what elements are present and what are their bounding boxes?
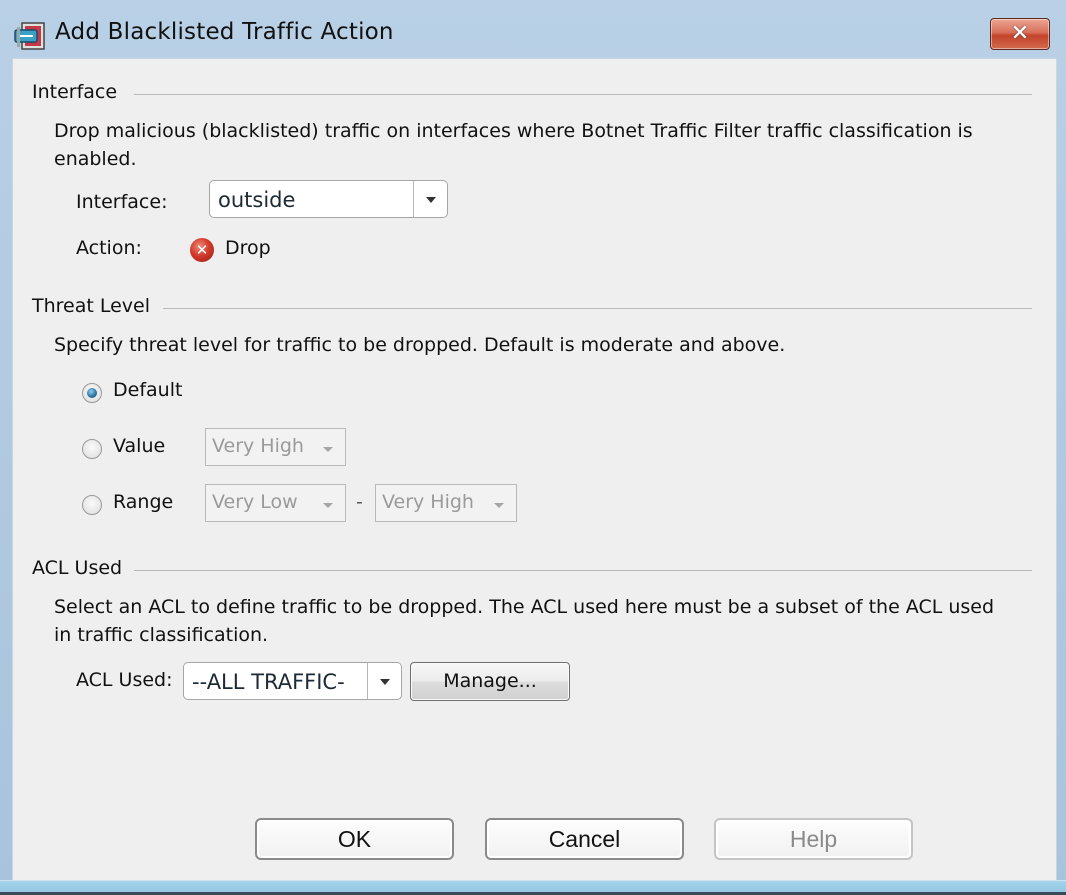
interface-description-line2: enabled. xyxy=(54,148,137,170)
acl-used-select-value: --ALL TRAFFIC- xyxy=(192,670,345,694)
manage-button[interactable]: Manage... xyxy=(410,662,570,701)
chevron-down-icon xyxy=(323,503,333,508)
app-icon xyxy=(14,22,45,50)
threat-level-group-divider xyxy=(163,308,1032,309)
interface-select[interactable]: outside xyxy=(209,180,448,218)
radio-range-label[interactable]: Range xyxy=(113,491,173,513)
chevron-down-icon xyxy=(379,679,390,685)
chevron-down-icon xyxy=(494,503,504,508)
threat-value-select: Very High xyxy=(205,428,346,466)
threat-value-select-value: Very High xyxy=(212,435,304,457)
action-value: Drop xyxy=(225,237,271,259)
close-button[interactable]: ✕ xyxy=(990,18,1050,50)
acl-description-line1: Select an ACL to define traffic to be dr… xyxy=(54,596,995,618)
dialog-window: Add Blacklisted Traffic Action ✕ Interfa… xyxy=(0,0,1066,895)
window-bottom-border xyxy=(0,880,1066,895)
interface-description-line1: Drop malicious (blacklisted) traffic on … xyxy=(54,120,973,142)
window-title: Add Blacklisted Traffic Action xyxy=(55,19,394,45)
acl-description-line2: in traffic classification. xyxy=(54,624,269,646)
radio-default[interactable] xyxy=(82,383,102,403)
range-from-select: Very Low xyxy=(205,484,346,522)
radio-default-label[interactable]: Default xyxy=(113,379,182,401)
cancel-button[interactable]: Cancel xyxy=(485,818,684,860)
range-to-select: Very High xyxy=(375,484,517,522)
threat-level-description: Specify threat level for traffic to be d… xyxy=(54,334,786,356)
acl-group-title: ACL Used xyxy=(32,557,123,579)
title-bar[interactable]: Add Blacklisted Traffic Action ✕ xyxy=(0,0,1066,62)
range-to-select-value: Very High xyxy=(382,491,474,513)
interface-select-toggle[interactable] xyxy=(413,181,447,217)
drop-error-icon: ✕ xyxy=(190,238,214,262)
threat-level-group-title: Threat Level xyxy=(32,295,151,317)
acl-used-select-toggle[interactable] xyxy=(367,663,401,699)
close-icon: ✕ xyxy=(1010,21,1030,46)
radio-value[interactable] xyxy=(82,439,102,459)
dialog-content xyxy=(12,58,1057,882)
acl-used-select[interactable]: --ALL TRAFFIC- xyxy=(183,662,402,700)
radio-range[interactable] xyxy=(82,495,102,515)
range-separator: - xyxy=(356,491,363,513)
radio-value-label[interactable]: Value xyxy=(113,435,165,457)
interface-select-value: outside xyxy=(218,188,296,212)
interface-group-divider xyxy=(134,94,1032,95)
interface-group-title: Interface xyxy=(32,81,118,103)
action-label: Action: xyxy=(76,237,142,259)
acl-group-divider xyxy=(134,570,1032,571)
ok-button[interactable]: OK xyxy=(255,818,454,860)
chevron-down-icon xyxy=(323,447,333,452)
help-button: Help xyxy=(714,818,913,860)
interface-label: Interface: xyxy=(76,191,168,213)
range-from-select-value: Very Low xyxy=(212,491,298,513)
acl-used-label: ACL Used: xyxy=(76,669,173,691)
chevron-down-icon xyxy=(425,197,436,203)
